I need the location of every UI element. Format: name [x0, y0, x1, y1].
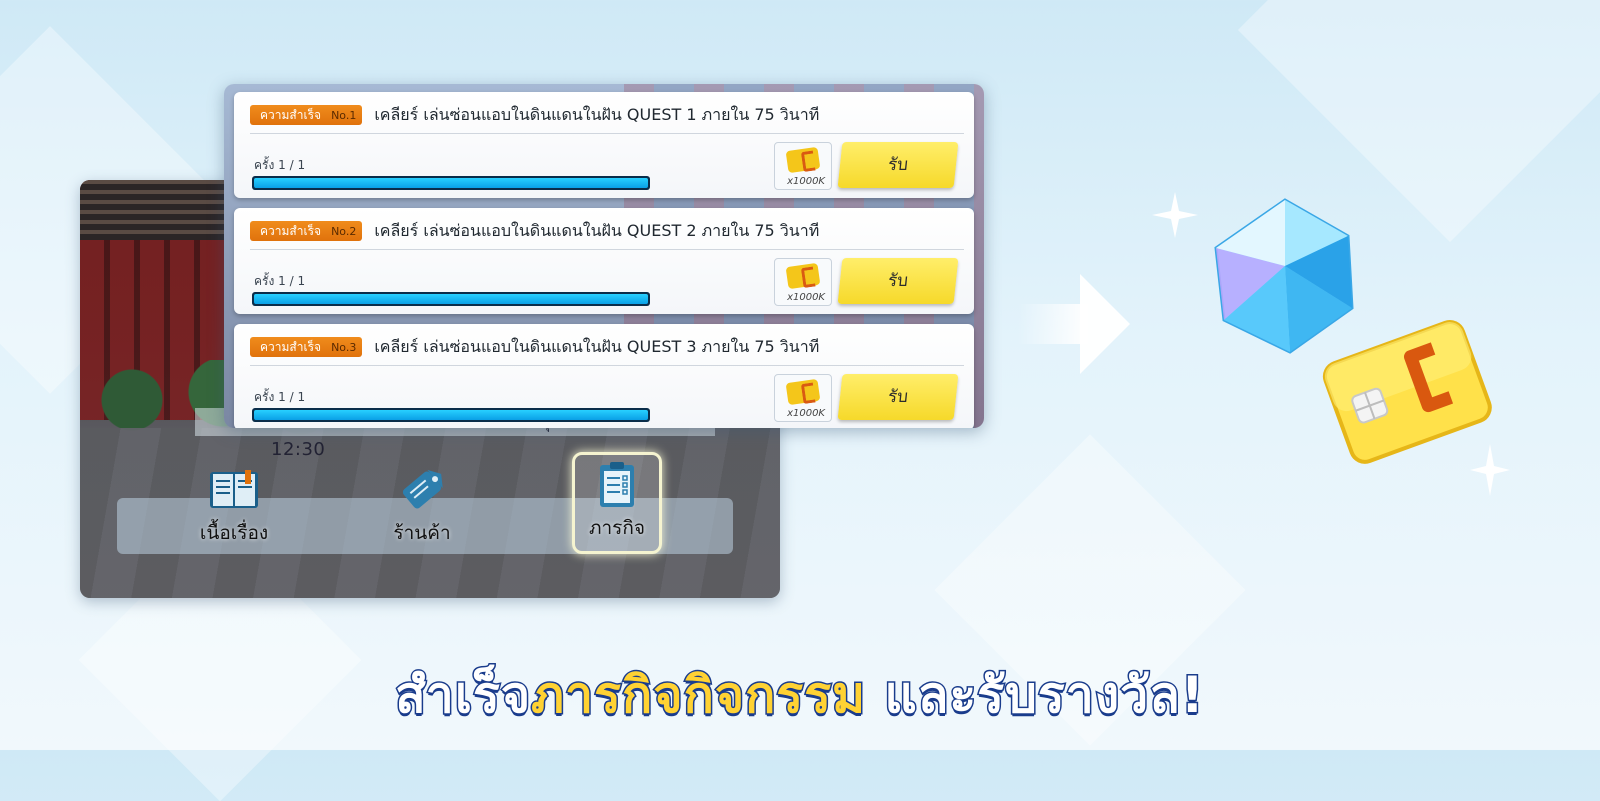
tag-icon: [395, 466, 449, 514]
reward-quantity: x1000K: [787, 176, 825, 187]
progress-fill: [254, 178, 648, 188]
quest-list-panel: ความสำเร็จ No.1 เคลียร์ เล่นซ่อนแอบในดินแ…: [224, 84, 984, 428]
quest-count: ครั้ง 1 / 1: [254, 158, 306, 172]
reward-quantity: x1000K: [787, 408, 825, 419]
divider: [250, 365, 964, 366]
yellow-card-icon: [1322, 320, 1492, 464]
claim-button[interactable]: รับ: [837, 142, 959, 188]
reward-quantity: x1000K: [787, 292, 825, 303]
nav-mission-button[interactable]: ภารกิจ: [572, 452, 662, 554]
clipboard-icon: [590, 461, 644, 509]
caption-part-2: ภารกิจกิจกรรม: [530, 665, 867, 726]
card-icon: [785, 378, 821, 406]
quest-title: เคลียร์ เล่นซ่อนแอบในดินแดนในฝัน QUEST 2…: [374, 220, 820, 240]
promo-caption: สำเร็จภารกิจกิจกรรม และรับรางวัล!: [0, 656, 1600, 735]
nav-story-button[interactable]: เนื้อเรื่อง: [192, 466, 276, 548]
nav-mission-label: ภารกิจ: [588, 517, 646, 539]
quest-title: เคลียร์ เล่นซ่อนแอบในดินแดนในฝัน QUEST 3…: [374, 336, 820, 356]
quest-count: ครั้ง 1 / 1: [254, 274, 306, 288]
nav-story-label: เนื้อเรื่อง: [199, 522, 269, 544]
nav-shop-button[interactable]: ร้านค้า: [380, 466, 464, 548]
achievement-badge: ความสำเร็จ No.3: [250, 337, 363, 357]
quest-count: ครั้ง 1 / 1: [254, 390, 306, 404]
reward-card-item[interactable]: x1000K: [774, 374, 832, 422]
nav-shop-label: ร้านค้า: [393, 522, 451, 544]
book-icon: [207, 466, 261, 514]
sparkle-icon: [1152, 192, 1198, 238]
divider: [250, 133, 964, 134]
progress-fill: [254, 410, 648, 420]
achievement-badge: ความสำเร็จ No.2: [250, 221, 363, 241]
claim-button[interactable]: รับ: [837, 258, 959, 304]
caption-part-1: สำเร็จ: [394, 665, 532, 726]
quest-title: เคลียร์ เล่นซ่อนแอบในดินแดนในฝัน QUEST 1…: [374, 104, 820, 124]
progress-fill: [254, 294, 648, 304]
reward-card-item[interactable]: x1000K: [774, 142, 832, 190]
progress-bar: [252, 292, 650, 306]
reward-card-item[interactable]: x1000K: [774, 258, 832, 306]
progress-bar: [252, 408, 650, 422]
achievement-badge: ความสำเร็จ No.1: [250, 105, 363, 125]
divider: [250, 249, 964, 250]
progress-bar: [252, 176, 650, 190]
quest-card: ความสำเร็จ No.3 เคลียร์ เล่นซ่อนแอบในดินแ…: [234, 324, 974, 428]
quest-card: ความสำเร็จ No.2 เคลียร์ เล่นซ่อนแอบในดินแ…: [234, 208, 974, 314]
claim-button[interactable]: รับ: [837, 374, 959, 420]
caption-part-3: และรับรางวัล!: [866, 665, 1205, 726]
card-icon: [785, 262, 821, 290]
quest-card: ความสำเร็จ No.1 เคลียร์ เล่นซ่อนแอบในดินแ…: [234, 92, 974, 198]
card-icon: [785, 146, 821, 174]
arrow-right-icon: [1018, 274, 1130, 374]
